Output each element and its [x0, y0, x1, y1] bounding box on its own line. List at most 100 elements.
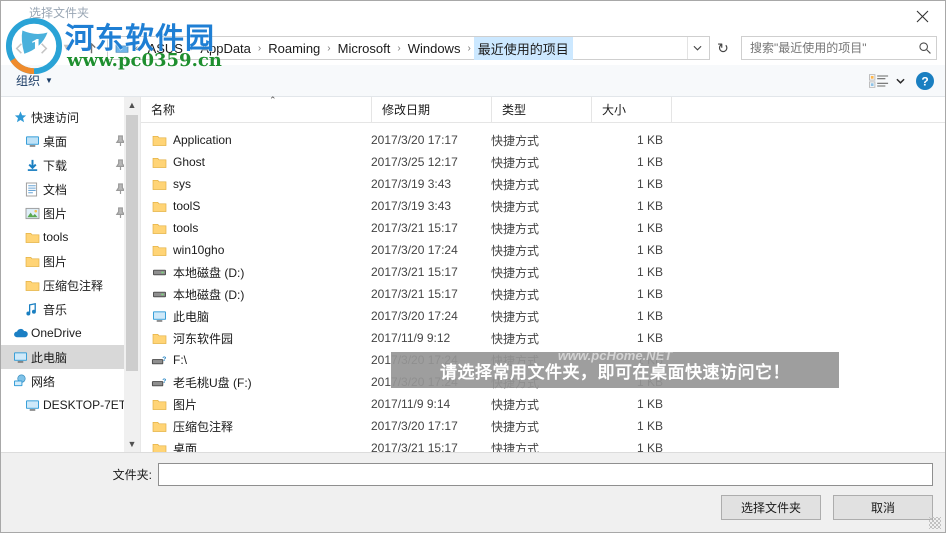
- computer-icon: [25, 399, 43, 412]
- file-size-cell: 1 KB: [636, 265, 663, 279]
- scroll-down-icon[interactable]: ▼: [124, 436, 140, 452]
- table-row[interactable]: 桌面 2017/3/21 15:17 快捷方式 1 KB: [141, 437, 945, 452]
- computer-icon: [151, 308, 167, 324]
- file-type-cell: 快捷方式: [491, 353, 540, 368]
- back-button[interactable]: [7, 36, 31, 60]
- scroll-up-icon[interactable]: ▲: [124, 97, 140, 113]
- table-row[interactable]: ? F:\ 2017/3/20 17:24 快捷方式 1 KB: [141, 349, 945, 371]
- select-folder-button[interactable]: 选择文件夹: [721, 495, 821, 520]
- sidebar-item-label: 音乐: [43, 302, 68, 317]
- sidebar-scrollbar[interactable]: ▲ ▼: [124, 97, 140, 452]
- folder-icon: [151, 154, 167, 170]
- table-row[interactable]: Application 2017/3/20 17:17 快捷方式 1 KB: [141, 129, 945, 151]
- breadcrumb-item-windows[interactable]: Windows: [404, 39, 465, 58]
- breadcrumb-item-recent[interactable]: 最近使用的项目: [473, 36, 573, 60]
- star-icon: [13, 110, 31, 125]
- file-name-cell: 此电脑: [141, 308, 371, 325]
- sidebar-item-this-pc[interactable]: 此电脑: [1, 345, 140, 369]
- close-button[interactable]: [899, 1, 945, 31]
- breadcrumb-item-roaming[interactable]: Roaming: [264, 39, 324, 58]
- cancel-button[interactable]: 取消: [833, 495, 933, 520]
- table-row[interactable]: win10gho 2017/3/20 17:24 快捷方式 1 KB: [141, 239, 945, 261]
- sidebar-item-desktop[interactable]: 桌面: [1, 129, 140, 153]
- sidebar-item-archive-notes[interactable]: 压缩包注释: [1, 273, 140, 297]
- file-type-cell: 快捷方式: [491, 221, 540, 236]
- folder-icon: [151, 418, 167, 434]
- chevron-down-icon: ▼: [45, 76, 53, 85]
- folder-icon: [151, 220, 167, 236]
- select-folder-dialog: 选择文件夹 ▼ « ASUS › AppData › Roaming › Mic…: [0, 0, 946, 533]
- sidebar-item-quick-access[interactable]: 快速访问: [1, 105, 140, 129]
- sidebar-item-label: OneDrive: [31, 326, 82, 340]
- search-box[interactable]: [741, 36, 937, 60]
- file-name-cell: 压缩包注释: [141, 418, 371, 435]
- sidebar-item-label: DESKTOP-7ETC: [43, 398, 135, 412]
- table-row[interactable]: tools 2017/3/21 15:17 快捷方式 1 KB: [141, 217, 945, 239]
- resize-grip[interactable]: [929, 517, 941, 529]
- column-header-date[interactable]: 修改日期: [371, 96, 491, 123]
- sidebar-item-pictures-folder[interactable]: 图片: [1, 249, 140, 273]
- recent-locations-button[interactable]: ▼: [55, 36, 79, 60]
- search-input[interactable]: [750, 41, 918, 55]
- close-icon: [916, 10, 928, 22]
- sidebar-item-desktop-7etc[interactable]: DESKTOP-7ETC: [1, 393, 140, 417]
- table-row[interactable]: 河东软件园 2017/11/9 9:12 快捷方式 1 KB: [141, 327, 945, 349]
- breadcrumb-dropdown-button[interactable]: [687, 37, 707, 59]
- folder-icon: [151, 440, 167, 452]
- sidebar-item-tools[interactable]: tools: [1, 225, 140, 249]
- table-row[interactable]: 本地磁盘 (D:) 2017/3/21 15:17 快捷方式 1 KB: [141, 283, 945, 305]
- view-mode-button[interactable]: [869, 73, 905, 88]
- folder-input[interactable]: [158, 462, 933, 486]
- file-type-cell: 快捷方式: [491, 133, 540, 148]
- file-name-label: 本地磁盘 (D:): [173, 287, 245, 302]
- svg-text:?: ?: [921, 74, 928, 88]
- breadcrumb-item-appdata[interactable]: AppData: [196, 39, 255, 58]
- refresh-button[interactable]: ↻: [711, 36, 735, 60]
- sidebar-item-downloads[interactable]: 下载: [1, 153, 140, 177]
- file-size-cell: 1 KB: [636, 199, 663, 213]
- file-date-cell: 2017/3/21 15:17: [371, 441, 458, 452]
- breadcrumb-item-microsoft[interactable]: Microsoft: [334, 39, 395, 58]
- sidebar-item-label: tools: [43, 230, 69, 244]
- help-button[interactable]: ?: [915, 71, 935, 91]
- table-row[interactable]: ? 老毛桃U盘 (F:) 2017/3/20 17:24 快捷方式 1 KB: [141, 371, 945, 393]
- file-name-label: 老毛桃U盘 (F:): [173, 375, 252, 390]
- sidebar-item-label: 此电脑: [31, 350, 68, 365]
- table-row[interactable]: 本地磁盘 (D:) 2017/3/21 15:17 快捷方式 1 KB: [141, 261, 945, 283]
- file-name-cell: tools: [141, 220, 371, 236]
- forward-button[interactable]: [31, 36, 55, 60]
- sidebar-item-documents[interactable]: 文档: [1, 177, 140, 201]
- file-name-label: Ghost: [173, 155, 206, 169]
- scrollbar-thumb[interactable]: [126, 115, 138, 371]
- file-date-cell: 2017/3/19 3:43: [371, 177, 452, 191]
- table-row[interactable]: toolS 2017/3/19 3:43 快捷方式 1 KB: [141, 195, 945, 217]
- column-header-type[interactable]: 类型: [491, 96, 591, 123]
- column-header-name[interactable]: 名称: [141, 97, 371, 123]
- table-row[interactable]: 此电脑 2017/3/20 17:24 快捷方式 1 KB: [141, 305, 945, 327]
- up-button[interactable]: [79, 36, 103, 60]
- file-name-label: 桌面: [173, 441, 198, 453]
- sidebar-item-music[interactable]: 音乐: [1, 297, 140, 321]
- breadcrumb-overflow[interactable]: «: [132, 43, 144, 54]
- folder-icon: [151, 330, 167, 346]
- sidebar-item-onedrive[interactable]: OneDrive: [1, 321, 140, 345]
- document-icon: [25, 182, 43, 197]
- column-header-size[interactable]: 大小: [591, 96, 671, 123]
- sidebar-item-label: 图片: [43, 254, 68, 269]
- navigation-bar: ▼ « ASUS › AppData › Roaming › Microsoft…: [1, 31, 945, 65]
- table-row[interactable]: 压缩包注释 2017/3/20 17:17 快捷方式 1 KB: [141, 415, 945, 437]
- file-name-cell: ? F:\: [141, 352, 371, 368]
- folder-icon: [151, 396, 167, 412]
- organize-button[interactable]: 组织 ▼: [11, 69, 58, 92]
- folder-field-row: 文件夹:: [1, 453, 945, 495]
- table-row[interactable]: sys 2017/3/19 3:43 快捷方式 1 KB: [141, 173, 945, 195]
- table-row[interactable]: Ghost 2017/3/25 12:17 快捷方式 1 KB: [141, 151, 945, 173]
- file-date-cell: 2017/3/20 17:17: [371, 133, 458, 147]
- table-row[interactable]: 图片 2017/11/9 9:14 快捷方式 1 KB: [141, 393, 945, 415]
- breadcrumb[interactable]: « ASUS › AppData › Roaming › Microsoft ›…: [107, 36, 710, 60]
- sidebar-item-pictures[interactable]: 图片: [1, 201, 140, 225]
- breadcrumb-item-asus[interactable]: ASUS: [144, 39, 187, 58]
- file-name-label: Application: [173, 133, 232, 147]
- file-type-cell: 快捷方式: [491, 265, 540, 280]
- sidebar-item-network[interactable]: 网络: [1, 369, 140, 393]
